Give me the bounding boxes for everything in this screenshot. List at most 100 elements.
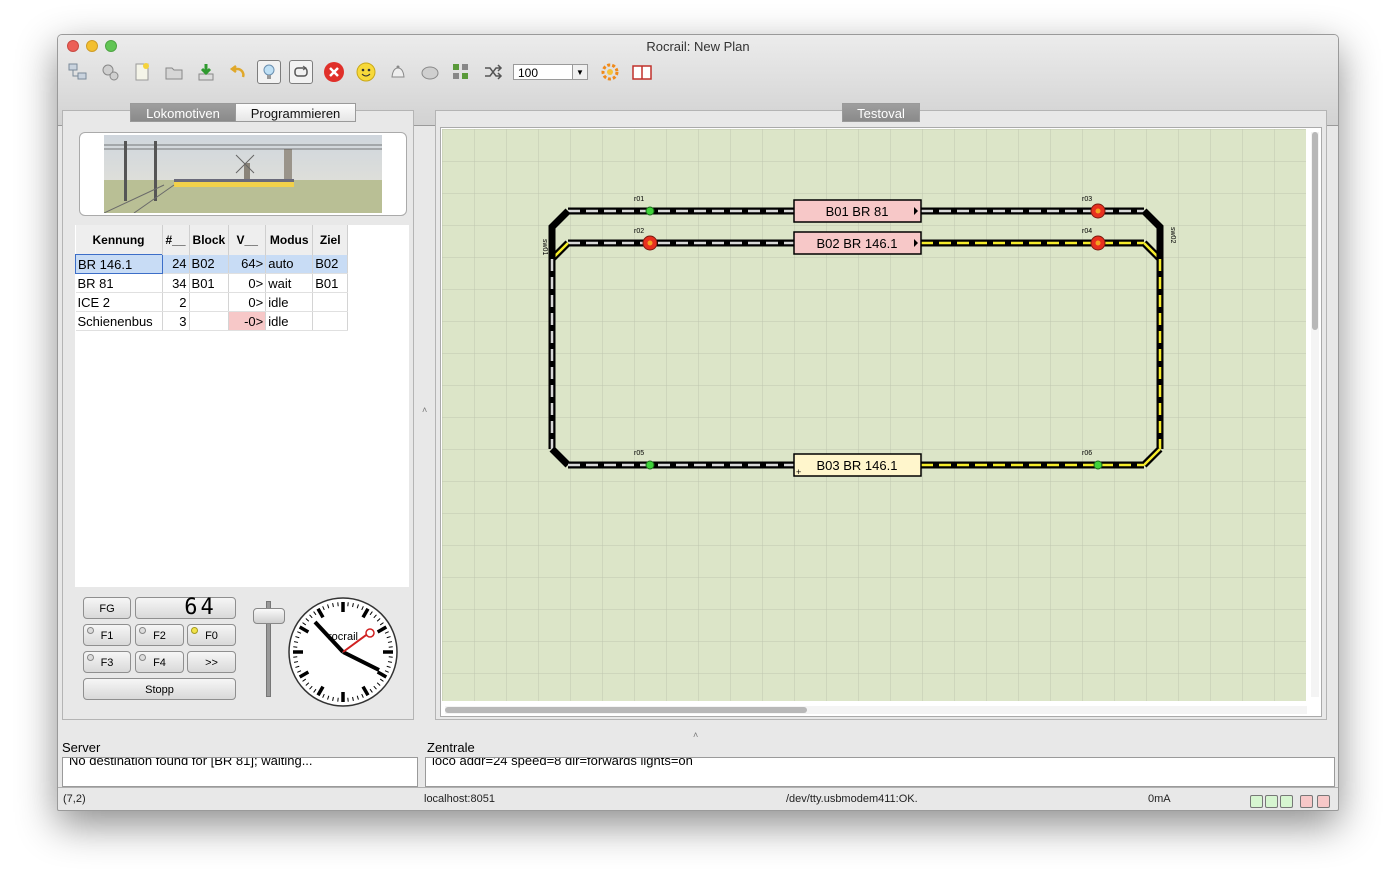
block-b03[interactable]: B03 BR 146.1 + (793, 453, 922, 477)
chevron-down-icon[interactable]: ▼ (572, 64, 588, 80)
column-header-nr[interactable]: #__ (162, 225, 190, 255)
loco-image (104, 135, 382, 213)
cell-ziel: B01 (312, 273, 349, 293)
save-plan-icon[interactable] (194, 60, 218, 84)
vertical-scrollbar[interactable] (1311, 132, 1319, 697)
status-led-4 (1300, 795, 1313, 808)
cell-kennung: Schienenbus (75, 311, 163, 331)
new-plan-icon[interactable] (130, 60, 154, 84)
cell-kennung: ICE 2 (75, 292, 163, 312)
manual-icon[interactable] (630, 60, 654, 84)
cell-kennung: BR 81 (75, 273, 163, 293)
horizontal-scrollbar-thumb[interactable] (445, 707, 807, 713)
ball-icon[interactable] (418, 60, 442, 84)
block-b02-label: B02 BR 146.1 (817, 236, 898, 251)
status-led-3 (1280, 795, 1293, 808)
settings-icon[interactable] (98, 60, 122, 84)
zentrale-log[interactable]: loco addr=24 speed=8 dir=forwards lights… (425, 757, 1335, 787)
block-b03-label: B03 BR 146.1 (817, 458, 898, 473)
f3-button[interactable]: F3 (83, 651, 131, 673)
status-device: /dev/tty.usbmodem411:OK. (786, 793, 918, 805)
cell-v: 0> (228, 273, 267, 293)
horizontal-scrollbar[interactable] (445, 706, 1307, 714)
column-header-modus[interactable]: Modus (265, 225, 314, 255)
signal-r06-label: r06 (1082, 450, 1092, 457)
locomotive-panel: Lokomotiven Programmieren Kennung #__ Bl… (62, 103, 414, 720)
emergency-stop-icon[interactable] (322, 60, 346, 84)
f3-led (87, 654, 94, 661)
signal-r03-label: r03 (1082, 196, 1092, 203)
cell-v: 0> (228, 292, 267, 312)
loop-icon[interactable] (289, 60, 313, 84)
loco-image-frame (79, 132, 407, 216)
splitter-handle-bottom[interactable]: ˄ (693, 730, 698, 740)
block-b02[interactable]: B02 BR 146.1 (793, 231, 922, 255)
f4-button[interactable]: F4 (135, 651, 184, 673)
status-led-2 (1265, 795, 1278, 808)
connect-icon[interactable] (66, 60, 90, 84)
cell-modus: idle (265, 311, 314, 331)
table-row[interactable]: BR 146.1 24 B02 64> auto B02 (75, 254, 349, 274)
block-b01[interactable]: B01 BR 81 (793, 199, 922, 223)
cell-modus: wait (265, 273, 314, 293)
table-row[interactable]: ICE 2 2 0> idle (75, 292, 349, 312)
f1-led (87, 627, 94, 634)
signal-r04-label: r04 (1082, 228, 1092, 235)
status-led-5 (1317, 795, 1330, 808)
f2-led (139, 627, 146, 634)
app-window: Rocrail: New Plan 100 ▼ Lokomotiven Prog… (57, 34, 1339, 811)
block-b03-marker: + (796, 467, 801, 477)
plan-panel: Testoval B01 BR 81 B02 BR 146.1 B03 BR 1… (435, 103, 1327, 720)
column-header-ziel[interactable]: Ziel (312, 225, 349, 255)
undo-icon[interactable] (226, 60, 250, 84)
cell-ziel: B02 (312, 254, 349, 274)
more-functions-button[interactable]: >> (187, 651, 236, 673)
f2-label: F2 (153, 630, 166, 642)
column-header-block[interactable]: Block (189, 225, 230, 255)
track-plan: B01 BR 81 B02 BR 146.1 B03 BR 146.1 + r0… (442, 129, 1306, 701)
cell-nr: 24 (162, 254, 190, 274)
clock-second-hand-tip (365, 628, 375, 638)
bell-icon[interactable] (386, 60, 410, 84)
plan-canvas-frame: B01 BR 81 B02 BR 146.1 B03 BR 146.1 + r0… (440, 127, 1322, 717)
tab-programmieren[interactable]: Programmieren (235, 103, 356, 122)
f0-button[interactable]: F0 (187, 624, 236, 646)
cell-block: B01 (189, 273, 230, 293)
f3-label: F3 (100, 657, 114, 669)
fg-button[interactable]: FG (83, 597, 131, 619)
cell-ziel (312, 292, 349, 312)
server-log[interactable]: No destination found for [BR 81]; waitin… (62, 757, 418, 787)
signal-r05-label: r05 (634, 450, 644, 457)
stop-button[interactable]: Stopp (83, 678, 236, 700)
column-header-v[interactable]: V__ (228, 225, 267, 255)
throttle-slider[interactable] (253, 608, 285, 625)
table-row[interactable]: BR 81 34 B01 0> wait B01 (75, 273, 349, 293)
cell-ziel (312, 311, 349, 331)
column-header-kennung[interactable]: Kennung (75, 225, 163, 255)
splitter-handle[interactable]: ˄ (422, 405, 427, 415)
cell-block (189, 292, 230, 312)
smiley-icon[interactable] (354, 60, 378, 84)
gear-icon[interactable] (598, 60, 622, 84)
grid-icon[interactable] (449, 60, 473, 84)
signal-r01-label: r01 (634, 196, 644, 203)
vertical-scrollbar-thumb[interactable] (1312, 132, 1318, 330)
f0-label: F0 (205, 630, 218, 642)
loco-table: Kennung #__ Block V__ Modus Ziel BR 146.… (75, 225, 349, 331)
cell-kennung: BR 146.1 (75, 254, 163, 274)
tab-testoval[interactable]: Testoval (842, 103, 920, 122)
status-led-1 (1250, 795, 1263, 808)
tab-lokomotiven[interactable]: Lokomotiven (130, 103, 236, 122)
zentrale-label: Zentrale (427, 740, 475, 755)
cell-v: -0> (228, 311, 267, 331)
open-plan-icon[interactable] (162, 60, 186, 84)
f1-button[interactable]: F1 (83, 624, 131, 646)
cell-nr: 3 (162, 311, 190, 331)
switch-sw02-label[interactable]: sw02 (1169, 227, 1176, 243)
f2-button[interactable]: F2 (135, 624, 184, 646)
lightbulb-icon[interactable] (257, 60, 281, 84)
switch-sw01-label[interactable]: sw01 (541, 239, 548, 255)
shuffle-icon[interactable] (481, 60, 505, 84)
cell-v: 64> (228, 254, 267, 274)
table-row[interactable]: Schienenbus 3 -0> idle (75, 311, 349, 331)
